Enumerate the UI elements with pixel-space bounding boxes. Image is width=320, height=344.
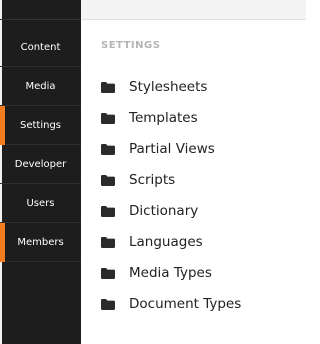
nav-item-content[interactable]: Content — [0, 28, 81, 67]
active-indicator — [0, 223, 5, 262]
tree-item-media-types[interactable]: Media Types — [101, 262, 212, 284]
nav-item-users[interactable]: Users — [0, 184, 81, 223]
nav-item-label: Developer — [14, 158, 67, 170]
folder-icon — [101, 267, 115, 279]
active-indicator — [0, 106, 5, 145]
tree-item-label: Templates — [129, 110, 198, 126]
folder-icon — [101, 298, 115, 310]
nav-item-developer[interactable]: Developer — [0, 145, 81, 184]
nav-item-label: Settings — [19, 119, 61, 131]
tree-item-label: Document Types — [129, 296, 242, 312]
folder-icon — [101, 143, 115, 155]
tree-item-label: Stylesheets — [129, 79, 208, 95]
section-title: SETTINGS — [101, 40, 161, 51]
nav-item-label: Users — [26, 197, 55, 209]
app-window: Content Media Settings Developer Users M… — [0, 0, 306, 344]
tree-item-languages[interactable]: Languages — [101, 231, 203, 253]
section-nav: Content Media Settings Developer Users M… — [0, 0, 81, 344]
tree-item-label: Dictionary — [129, 203, 199, 219]
settings-tree-panel: SETTINGS Stylesheets Templates Partial V… — [81, 20, 306, 344]
folder-icon — [101, 205, 115, 217]
folder-icon — [101, 236, 115, 248]
tree-item-label: Partial Views — [129, 141, 215, 157]
nav-item-label: Media — [25, 80, 56, 92]
tree-item-scripts[interactable]: Scripts — [101, 169, 175, 191]
tree-item-partial-views[interactable]: Partial Views — [101, 138, 215, 160]
folder-icon — [101, 174, 115, 186]
tree-item-label: Media Types — [129, 265, 212, 281]
tree-item-label: Scripts — [129, 172, 176, 188]
tree-item-stylesheets[interactable]: Stylesheets — [101, 76, 207, 98]
nav-item-members[interactable]: Members — [0, 223, 81, 262]
header-bar — [81, 0, 306, 20]
nav-item-label: Members — [17, 236, 64, 248]
tree-item-label: Languages — [129, 234, 203, 250]
folder-icon — [101, 81, 115, 93]
tree-item-dictionary[interactable]: Dictionary — [101, 200, 198, 222]
nav-item-label: Content — [20, 41, 61, 53]
tree-item-document-types[interactable]: Document Types — [101, 293, 241, 315]
rail-header — [0, 0, 81, 20]
nav-item-media[interactable]: Media — [0, 67, 81, 106]
folder-icon — [101, 112, 115, 124]
nav-item-settings[interactable]: Settings — [0, 106, 81, 145]
tree-item-templates[interactable]: Templates — [101, 107, 198, 129]
